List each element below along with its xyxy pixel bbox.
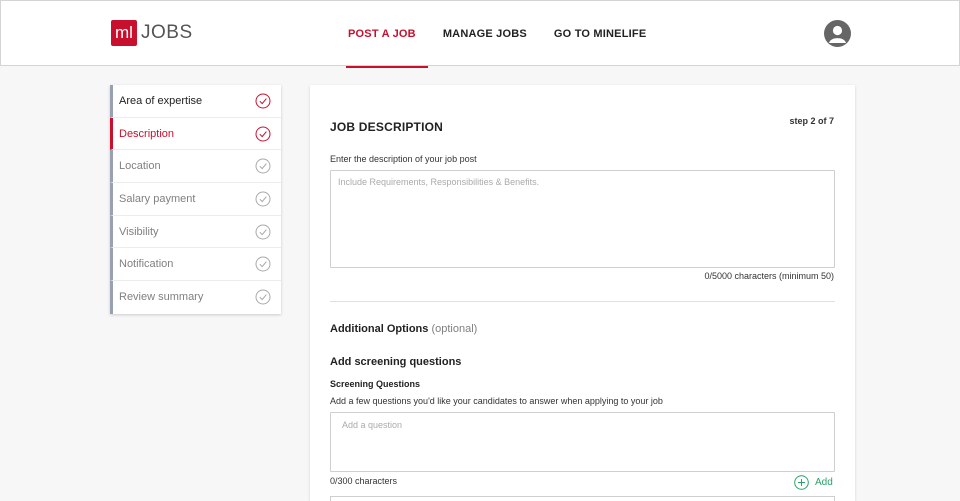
logo-mark: ml — [111, 20, 137, 46]
steps-sidebar: Area of expertise Description Location S… — [110, 85, 281, 314]
optional-tag: (optional) — [431, 323, 478, 335]
nav-manage-jobs[interactable]: MANAGE JOBS — [431, 1, 539, 67]
page-title: JOB DESCRIPTION — [330, 120, 444, 134]
check-circle-icon — [255, 289, 271, 305]
job-description-card: JOB DESCRIPTION step 2 of 7 Enter the de… — [310, 85, 855, 501]
section-divider — [330, 301, 835, 302]
check-circle-icon — [255, 191, 271, 207]
logo-text: JOBS — [141, 22, 193, 43]
step-label: Salary payment — [119, 192, 196, 205]
step-visibility[interactable]: Visibility — [110, 215, 281, 249]
screening-questions-label: Screening Questions — [330, 379, 421, 389]
main-nav: POST A JOB MANAGE JOBS GO TO MINELIFE — [336, 1, 661, 68]
additional-options-title: Additional Options — [330, 323, 429, 335]
description-label: Enter the description of your job post — [330, 154, 477, 164]
step-salary-payment[interactable]: Salary payment — [110, 183, 281, 216]
step-label: Area of expertise — [119, 94, 203, 107]
nav-go-to-minelife[interactable]: GO TO MINELIFE — [542, 1, 658, 67]
additional-options-heading: Additional Options (optional) — [330, 323, 477, 335]
check-circle-icon — [255, 158, 271, 174]
add-question-button[interactable]: Add — [794, 475, 833, 490]
step-description[interactable]: Description — [110, 117, 281, 151]
plus-circle-icon — [794, 475, 809, 490]
question-textarea[interactable]: Add a question — [330, 412, 835, 472]
step-label: Visibility — [119, 225, 159, 238]
step-label: Description — [119, 127, 175, 140]
check-circle-icon — [255, 93, 271, 109]
step-indicator: step 2 of 7 — [789, 116, 834, 126]
check-circle-icon — [255, 256, 271, 272]
question-char-counter: 0/300 characters — [330, 476, 398, 486]
description-textarea[interactable]: Include Requirements, Responsibilities &… — [330, 170, 835, 268]
check-circle-icon — [255, 126, 271, 142]
user-avatar-icon[interactable] — [824, 20, 851, 47]
step-label: Location — [119, 160, 161, 173]
step-area-of-expertise[interactable]: Area of expertise — [110, 85, 281, 118]
description-char-counter: 0/5000 characters (minimum 50) — [704, 271, 834, 281]
step-location[interactable]: Location — [110, 150, 281, 184]
nav-post-a-job[interactable]: POST A JOB — [336, 1, 428, 68]
add-label: Add — [815, 477, 833, 488]
next-field-partial — [330, 496, 835, 501]
screening-help-text: Add a few questions you'd like your cand… — [330, 396, 663, 406]
step-label: Review summary — [119, 291, 204, 304]
check-circle-icon — [255, 224, 271, 240]
screening-section-title: Add screening questions — [330, 356, 462, 368]
top-header: ml JOBS POST A JOB MANAGE JOBS GO TO MIN… — [0, 0, 960, 68]
step-notification[interactable]: Notification — [110, 248, 281, 282]
logo[interactable]: ml JOBS — [111, 20, 193, 46]
step-label: Notification — [119, 258, 174, 271]
step-review-summary[interactable]: Review summary — [110, 281, 281, 314]
